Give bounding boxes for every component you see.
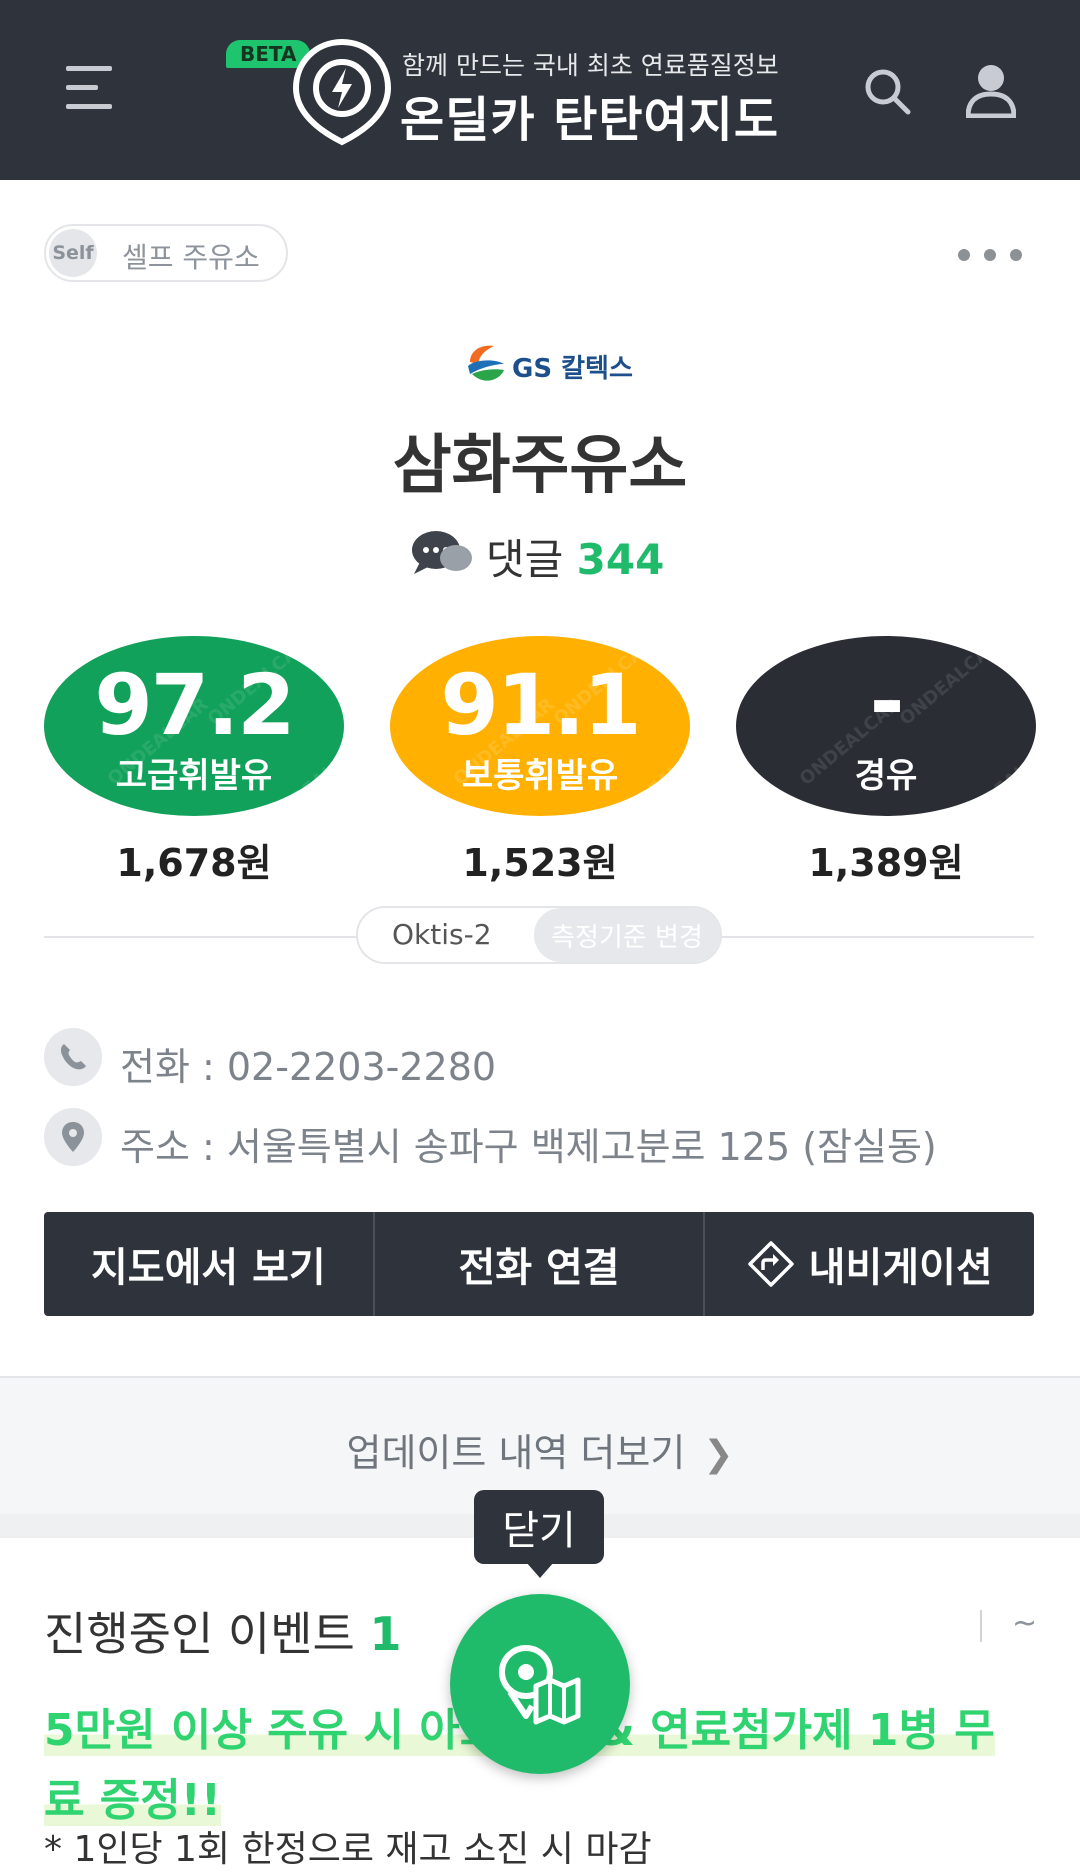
call-button[interactable]: 전화 연결 [372,1212,704,1316]
event-note: * 1인당 1회 한정으로 재고 소진 시 마감 [44,1829,652,1870]
fuel-price-premium: 1,678원 [116,841,272,885]
chevron-right-icon: ❯ [703,1434,734,1475]
fuel-name: 보통휘발유 [461,756,619,796]
menu-icon[interactable] [66,64,114,112]
fuel-score: 97.2 [94,656,295,754]
phone-icon [44,1028,102,1086]
brand-name: GS 칼텍스 [512,354,633,384]
standard-current: Oktis-2 [392,918,492,951]
phone-row: 전화 : 02-2203-2280 [44,1028,1044,1091]
event-toggle[interactable]: ~ [1012,1606,1037,1641]
fuel-card-premium[interactable]: ONDEALCAR ONDEALCAR ONDEALCAR ONDEALCAR … [44,636,344,816]
view-on-map-label: 지도에서 보기 [90,1245,326,1291]
self-icon: Self [49,229,97,277]
app-header: BETA 함께 만드는 국내 최초 연료품질정보 온딜카 탄탄여지도 [0,0,1080,180]
event-section-title: 진행중인 이벤트 1 [44,1598,402,1664]
event-title-label: 진행중인 이벤트 [44,1607,355,1661]
location-icon [44,1108,102,1166]
gs-caltex-logo-icon [468,345,504,381]
search-icon[interactable] [862,66,912,116]
call-label: 전화 연결 [458,1245,620,1291]
navigation-button[interactable]: 내비게이션 [703,1212,1034,1316]
navigation-icon [747,1241,794,1287]
fuel-score: 91.1 [440,656,641,754]
action-bar: 지도에서 보기 전화 연결 내비게이션 [44,1212,1034,1316]
standard-change-button[interactable]: 측정기준 변경 [534,908,720,962]
app-logo[interactable]: BETA 함께 만드는 국내 최초 연료품질정보 온딜카 탄탄여지도 [222,36,802,148]
view-on-map-button[interactable]: 지도에서 보기 [44,1212,373,1316]
app-name: 온딜카 탄탄여지도 [400,92,779,148]
fuel-name: 고급휘발유 [115,756,273,796]
navigation-label: 내비게이션 [808,1245,993,1291]
app-tagline: 함께 만드는 국내 최초 연료품질정보 [402,51,779,80]
fuel-card-diesel[interactable]: ONDEALCAR ONDEALCAR ONDEALCAR ONDEALCAR … [736,636,1036,816]
comments-label: 댓글 [486,535,564,584]
fuel-name: 경유 [854,756,918,796]
phone-text[interactable]: 전화 : 02-2203-2280 [120,1036,496,1091]
fuel-score: - [869,652,905,750]
update-history-label: 업데이트 내역 더보기 [346,1431,686,1475]
fuel-card-regular[interactable]: ONDEALCAR ONDEALCAR ONDEALCAR ONDEALCAR … [390,636,690,816]
logo-badge-icon [292,38,392,146]
self-station-label: 셀프 주유소 [122,241,260,274]
tooltip-arrow [526,1562,554,1578]
event-count: 1 [369,1607,402,1661]
user-icon[interactable] [966,62,1016,118]
station-name: 삼화주유소 [392,429,688,503]
close-tooltip[interactable]: 닫기 [474,1490,604,1564]
comments-link[interactable]: 댓글 344 [410,524,680,584]
address-text: 주소 : 서울특별시 송파구 백제고분로 125 (잠실동) [120,1125,937,1169]
standard-toggle[interactable]: Oktis-2 측정기준 변경 [356,906,722,964]
brand-logo: GS 칼텍스 [464,342,633,386]
fuel-price-regular: 1,523원 [462,841,618,885]
map-fab-icon [499,1645,581,1725]
fuel-price-diesel: 1,389원 [808,841,964,885]
update-history-button[interactable]: 업데이트 내역 더보기 ❯ [0,1422,1080,1477]
address-row: 주소 : 서울특별시 송파구 백제고분로 125 (잠실동) [44,1108,1044,1169]
comment-icon [412,531,472,574]
comments-count: 344 [576,535,665,584]
more-icon[interactable] [958,246,1022,264]
self-station-badge: Self 셀프 주유소 [44,224,288,282]
event-divider [980,1610,982,1642]
map-fab-button[interactable] [450,1594,630,1774]
